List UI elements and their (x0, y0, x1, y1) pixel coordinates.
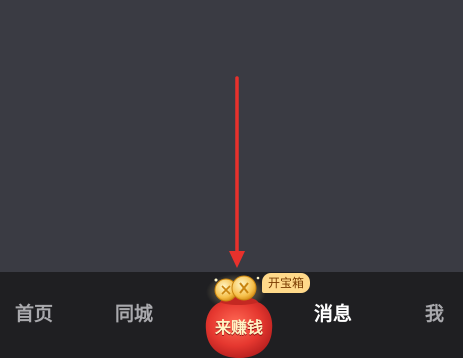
tab-me[interactable]: 我 (425, 301, 444, 327)
tab-messages[interactable]: 消息 (314, 301, 352, 327)
app-screen: 首页 同城 消息 我 来赚钱 开宝箱 (0, 0, 463, 358)
tab-city[interactable]: 同城 (115, 301, 153, 327)
tab-home[interactable]: 首页 (15, 301, 53, 327)
content-area (0, 0, 463, 272)
earn-money-label: 来赚钱 (214, 318, 263, 337)
treasure-box-badge[interactable]: 开宝箱 (262, 273, 311, 293)
